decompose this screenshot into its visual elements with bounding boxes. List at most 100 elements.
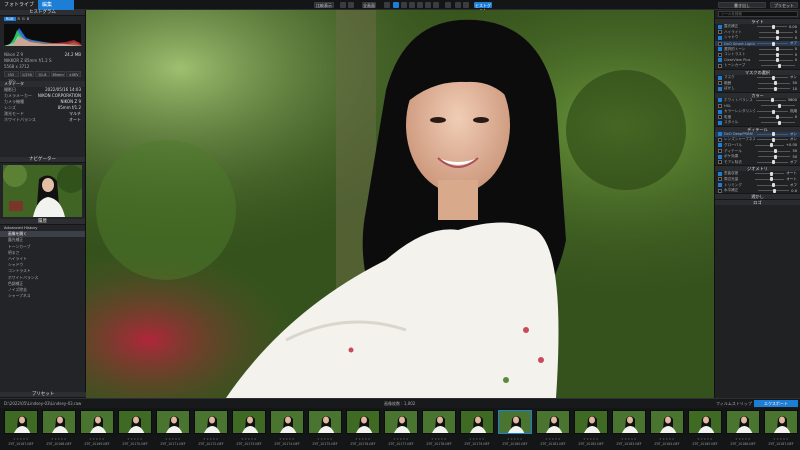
film-thumbnail[interactable]: ★★★★★ Z9T_10180.NEF	[496, 410, 534, 448]
film-thumbnail[interactable]: ★★★★★ Z9T_10183.NEF	[610, 410, 648, 448]
film-thumbnail[interactable]: ★★★★★ Z9T_10171.NEF	[154, 410, 192, 448]
enable-checkbox[interactable]	[718, 52, 722, 57]
adjust-slider[interactable]	[755, 98, 786, 103]
crop-icon[interactable]	[340, 2, 346, 8]
adjust-slider[interactable]	[759, 47, 793, 52]
slider-handle[interactable]	[777, 63, 781, 68]
slider-handle[interactable]	[774, 149, 778, 154]
enable-checkbox[interactable]	[718, 154, 722, 159]
adjust-slider[interactable]	[759, 115, 793, 120]
slider-handle[interactable]	[776, 47, 780, 52]
adjust-slider[interactable]	[756, 109, 788, 114]
film-thumbnail[interactable]: ★★★★★ Z9T_10187.NEF	[762, 410, 800, 448]
enable-checkbox[interactable]	[718, 81, 722, 86]
rating-stars[interactable]: ★★★★★	[610, 437, 648, 441]
mask-icon[interactable]	[455, 2, 461, 8]
slider-handle[interactable]	[772, 75, 776, 80]
film-thumbnail[interactable]: ★★★★★ Z9T_10185.NEF	[686, 410, 724, 448]
rating-stars[interactable]: ★★★★★	[572, 437, 610, 441]
slider-handle[interactable]	[772, 132, 776, 137]
film-thumbnail[interactable]: ★★★★★ Z9T_10182.NEF	[572, 410, 610, 448]
film-thumbnail[interactable]: ★★★★★ Z9T_10170.NEF	[116, 410, 154, 448]
histogram-toggle-button[interactable]: ヒストグラム	[474, 2, 492, 13]
adjust-slider[interactable]	[759, 35, 793, 40]
rotate-icon[interactable]	[348, 2, 354, 8]
tool-search-input[interactable]	[718, 11, 798, 17]
rating-stars[interactable]: ★★★★★	[306, 437, 344, 441]
adjust-slider[interactable]	[756, 24, 787, 29]
adjust-slider[interactable]	[756, 160, 788, 165]
slider-handle[interactable]	[776, 35, 780, 40]
export-disk-button[interactable]: 書き出し	[718, 2, 766, 8]
slider-handle[interactable]	[774, 86, 778, 91]
enable-checkbox[interactable]	[718, 109, 722, 114]
rating-stars[interactable]: ★★★★★	[116, 437, 154, 441]
enable-checkbox[interactable]	[718, 35, 722, 40]
navigator-header[interactable]: ナビゲーター	[0, 157, 85, 163]
perspective-icon[interactable]	[425, 2, 431, 8]
rating-stars[interactable]: ★★★★★	[192, 437, 230, 441]
tab-edit[interactable]: 編集	[38, 0, 74, 10]
navigator-thumbnail[interactable]	[3, 165, 82, 217]
adjust-slider[interactable]	[759, 58, 793, 63]
slider-handle[interactable]	[772, 183, 776, 188]
rating-stars[interactable]: ★★★★★	[420, 437, 458, 441]
film-thumbnail[interactable]: ★★★★★ Z9T_10186.NEF	[724, 410, 762, 448]
film-thumbnail[interactable]: ★★★★★ Z9T_10169.NEF	[78, 410, 116, 448]
enable-checkbox[interactable]	[718, 160, 722, 165]
hist-mode-b[interactable]: B	[27, 17, 29, 21]
adjust-slider[interactable]	[758, 154, 791, 159]
enable-checkbox[interactable]	[718, 149, 722, 154]
film-thumbnail[interactable]: ★★★★★ Z9T_10175.NEF	[306, 410, 344, 448]
rating-stars[interactable]: ★★★★★	[534, 437, 572, 441]
enable-checkbox[interactable]	[718, 115, 722, 120]
enable-checkbox[interactable]	[718, 47, 722, 52]
palette-header[interactable]: ロゴ	[715, 199, 800, 206]
main-photo-viewer[interactable]	[86, 10, 714, 398]
adjust-slider[interactable]	[759, 30, 793, 35]
loupe-icon[interactable]	[445, 2, 451, 8]
slider-handle[interactable]	[774, 81, 778, 86]
rating-stars[interactable]: ★★★★★	[40, 437, 78, 441]
enable-checkbox[interactable]	[718, 75, 722, 80]
rating-stars[interactable]: ★★★★★	[762, 437, 800, 441]
film-thumbnail[interactable]: ★★★★★ Z9T_10181.NEF	[534, 410, 572, 448]
redeye-icon[interactable]	[409, 2, 415, 8]
rating-stars[interactable]: ★★★★★	[724, 437, 762, 441]
rating-stars[interactable]: ★★★★★	[230, 437, 268, 441]
slider-handle[interactable]	[777, 103, 781, 108]
adjust-slider[interactable]	[760, 63, 795, 68]
enable-checkbox[interactable]	[718, 98, 722, 103]
adjust-slider[interactable]	[755, 171, 785, 176]
hist-mode-rgb[interactable]: RGB	[4, 17, 16, 21]
slider-handle[interactable]	[770, 98, 774, 103]
compare-button[interactable]: 比較表示	[314, 2, 334, 8]
straighten-icon[interactable]	[384, 2, 390, 8]
rating-stars[interactable]: ★★★★★	[496, 437, 534, 441]
tab-photo-library[interactable]: フォトライブラリ	[0, 0, 38, 18]
slider-handle[interactable]	[772, 160, 776, 165]
white-balance-icon[interactable]	[433, 2, 439, 8]
enable-checkbox[interactable]	[718, 103, 722, 108]
film-thumbnail[interactable]: ★★★★★ Z9T_10176.NEF	[344, 410, 382, 448]
film-thumbnail[interactable]: ★★★★★ Z9T_10168.NEF	[40, 410, 78, 448]
adjust-slider[interactable]	[760, 120, 795, 125]
slider-handle[interactable]	[769, 171, 773, 176]
adjust-slider[interactable]	[755, 177, 785, 182]
rating-stars[interactable]: ★★★★★	[648, 437, 686, 441]
adjust-slider[interactable]	[759, 52, 793, 57]
adjust-slider[interactable]	[758, 81, 791, 86]
enable-checkbox[interactable]	[718, 137, 722, 142]
adjust-slider[interactable]	[756, 183, 788, 188]
slider-handle[interactable]	[772, 137, 776, 142]
rating-stars[interactable]: ★★★★★	[458, 437, 496, 441]
rating-stars[interactable]: ★★★★★	[686, 437, 724, 441]
rating-stars[interactable]: ★★★★★	[382, 437, 420, 441]
film-thumbnail[interactable]: ★★★★★ Z9T_10179.NEF	[458, 410, 496, 448]
slider-handle[interactable]	[774, 154, 778, 159]
adjust-slider[interactable]	[760, 103, 795, 108]
slider-handle[interactable]	[772, 109, 776, 114]
slider-handle[interactable]	[776, 58, 780, 63]
adjust-slider[interactable]	[756, 75, 788, 80]
film-thumbnail[interactable]: ★★★★★ Z9T_10172.NEF	[192, 410, 230, 448]
